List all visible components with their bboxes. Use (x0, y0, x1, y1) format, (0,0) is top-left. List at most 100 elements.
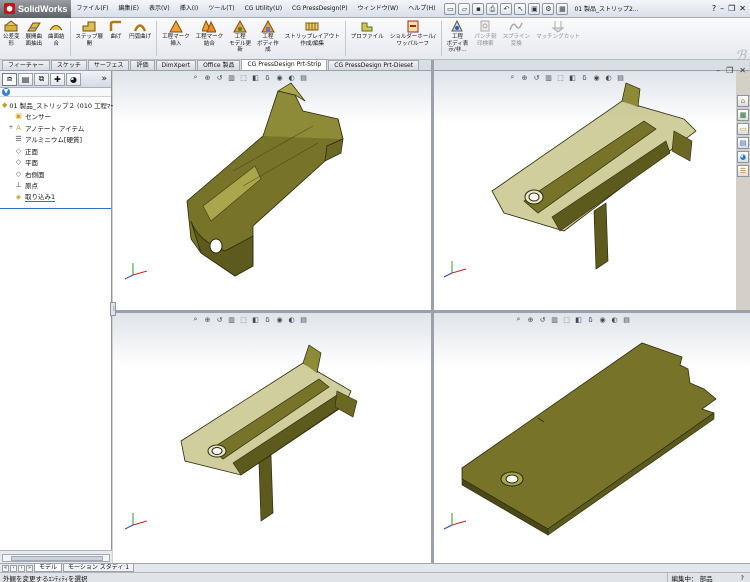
tab-evaluate[interactable]: 評価 (130, 60, 155, 70)
menu-view[interactable]: 表示(V) (144, 0, 175, 18)
unfold-surface-icon (26, 22, 41, 32)
cmd-spline-convert[interactable]: スプライン 変換 (500, 18, 534, 59)
cmd-punch-stamp-search[interactable]: パンチ刻 印検索 (471, 18, 499, 59)
help-icon[interactable]: ? (712, 4, 716, 13)
tree-item-annotations[interactable]: + A アノテート アイテム (2, 122, 111, 134)
custom-properties-icon[interactable]: ☰ (737, 165, 749, 177)
restore-app-icon[interactable]: ❐ (728, 4, 735, 13)
tab-dimxpert[interactable]: DimXpert (155, 60, 197, 70)
property-manager-tab-icon[interactable]: ▤ (18, 72, 33, 86)
tab-cg-pressdesign-dieset[interactable]: CG PressDesign Prt-Dieset (328, 60, 420, 70)
options-icon[interactable]: ⚙ (542, 2, 555, 15)
appearances-icon[interactable]: ◕ (737, 151, 749, 163)
cmd-process-model-update[interactable]: 工程 モデル更 新 (226, 18, 254, 59)
dimxpert-tab-icon[interactable]: ✚ (50, 72, 65, 86)
tree-item-sensors[interactable]: ▣ センサー (2, 111, 111, 123)
configuration-tab-icon[interactable]: ⧉ (34, 72, 49, 86)
feature-tree-tab-icon[interactable]: ⧈ (2, 72, 17, 86)
view-palette-icon[interactable]: ▤ (737, 137, 749, 149)
matching-cut-icon (551, 21, 565, 33)
viewport-bottom-left[interactable]: ⌕ ⊕ ↺ ▥ ⬚ ◧ δ ◉ ◐ ▤ (113, 313, 431, 563)
menu-window[interactable]: ウィンドウ(W) (353, 0, 404, 18)
horizontal-scrollbar[interactable] (2, 554, 110, 562)
process-model-update-icon (233, 20, 247, 33)
menu-edit[interactable]: 編集(E) (113, 0, 143, 18)
cmd-surface-knit[interactable]: 曲面結 合 (45, 18, 68, 59)
cmd-matching-cut[interactable]: マッチングカット (533, 18, 583, 59)
tree-filter[interactable]: ▼ (0, 88, 111, 97)
cmd-process-mark-merge[interactable]: 工程マーク 結合 (193, 18, 227, 59)
tree-item-origin[interactable]: ⊥ 原点 (2, 180, 111, 192)
cmd-shoulder-hole[interactable]: ショルダーホール/ ワッパルーフ (387, 18, 439, 59)
feature-tree-scroll-area (0, 550, 112, 564)
tab-model[interactable]: モデル (34, 564, 63, 572)
last-tab-arrow-icon[interactable]: » (26, 564, 33, 572)
file-explorer-icon[interactable]: ▭ (737, 123, 749, 135)
filter-icon: ▼ (2, 88, 10, 96)
task-pane-strip: ⌂ ▦ ▭ ▤ ◕ ☰ (737, 95, 750, 177)
next-tab-arrow-icon[interactable]: › (18, 564, 25, 572)
expand-panel-icon[interactable]: » (101, 74, 107, 84)
menu-file[interactable]: ファイル(F) (71, 0, 113, 18)
tab-cg-pressdesign-strip[interactable]: CG PressDesign Prt-Strip (241, 59, 328, 70)
tree-divider-line (0, 208, 111, 209)
tab-surfaces[interactable]: サーフェス (87, 60, 130, 70)
viewport-top-right[interactable]: ⌕ ⊕ ↺ ▥ ⬚ ◧ δ ◉ ◐ ▤ (434, 71, 736, 310)
status-help-icon[interactable]: ? (741, 574, 744, 582)
document-title: 01 製品_ストリップ2... (574, 6, 639, 13)
minimize-app-icon[interactable]: – (720, 4, 724, 13)
cmd-strip-layout[interactable]: ストリップレイアウト 作成/編集 (282, 18, 343, 59)
viewport-bottom-right[interactable]: ⌕ ⊕ ↺ ▥ ⬚ ◧ δ ◉ ◐ ▤ (434, 313, 750, 563)
display-manager-tab-icon[interactable]: ◕ (66, 72, 81, 86)
edit-mode-status: 編集中： 部品 (666, 572, 737, 582)
menu-cg-utility[interactable]: CG Utility(U) (240, 0, 287, 18)
save-icon[interactable]: ▪ (472, 2, 485, 15)
close-window-icon[interactable]: ✕ (739, 66, 746, 75)
cmd-process-body-create[interactable]: 工程 ボディ作 成 (254, 18, 282, 59)
viewport-splitter-horizontal[interactable] (112, 310, 750, 313)
solidworks-logo[interactable]: ⬢ SolidWorks (0, 0, 72, 18)
flat-blank-view (461, 342, 717, 536)
tree-item-import[interactable]: ◈ 取り込み1 (2, 191, 111, 203)
tree-item-material[interactable]: ☰ アルミニウム[硬質] (2, 134, 111, 146)
cmd-arc-bend[interactable]: 円弧曲げ (126, 18, 154, 59)
select-arrow-icon[interactable]: ↖ (514, 2, 527, 15)
window-icon[interactable]: ▦ (556, 2, 569, 15)
solidworks-resources-icon[interactable]: ⌂ (737, 95, 749, 107)
tree-item-front-plane[interactable]: ◇ 正面 (2, 145, 111, 157)
design-library-icon[interactable]: ▦ (737, 109, 749, 121)
menu-cg-pressdesign[interactable]: CG PressDesign(P) (287, 0, 353, 18)
viewport-top-left[interactable]: ⌕ ⊕ ↺ ▥ ⬚ ◧ δ ◉ ◐ ▤ (113, 71, 431, 310)
first-tab-arrow-icon[interactable]: « (2, 564, 9, 572)
minimize-window-icon[interactable]: – (716, 66, 720, 75)
menu-help[interactable]: ヘルプ(H) (403, 0, 440, 18)
menu-tools[interactable]: ツール(T) (203, 0, 239, 18)
tree-item-top-plane[interactable]: ◇ 平面 (2, 157, 111, 169)
print-icon[interactable]: ⎙ (486, 2, 499, 15)
cmd-process-body-toggle[interactable]: 工程 ボディ表 示/非... (444, 18, 472, 59)
cmd-bend[interactable]: 曲げ (106, 18, 126, 59)
rebuild-icon[interactable]: ▣ (528, 2, 541, 15)
part-model-view-2 (491, 82, 697, 270)
bottom-tab-bar: « ‹ › » モデル モーション スタディ 1 (0, 563, 750, 572)
prev-tab-arrow-icon[interactable]: ‹ (10, 564, 17, 572)
scrollbar-thumb[interactable] (11, 556, 103, 561)
tree-item-right-plane[interactable]: ◇ 右側面 (2, 168, 111, 180)
undo-icon[interactable]: ↶ (500, 2, 513, 15)
cmd-tolerance-deform[interactable]: 公差変 形 (0, 18, 23, 59)
close-app-icon[interactable]: ✕ (739, 4, 746, 13)
cmd-step-unfold[interactable]: ステップ展 開 (73, 18, 107, 59)
tab-sketch[interactable]: スケッチ (50, 60, 87, 70)
new-document-icon[interactable]: ▭ (444, 2, 457, 15)
panel-collapse-handle[interactable]: ⋮ (110, 302, 117, 316)
tab-motion-study[interactable]: モーション スタディ 1 (63, 564, 135, 572)
cmd-unfold-surface-extract[interactable]: 展開曲 面抽出 (23, 18, 46, 59)
open-folder-icon[interactable]: ▱ (458, 2, 471, 15)
tab-features[interactable]: フィーチャー (2, 60, 50, 70)
tree-root-part[interactable]: ◆ 01 製品_ストリップ２ (010 工程ﾏｰ (2, 99, 114, 111)
tab-office-products[interactable]: Office 製品 (197, 60, 241, 70)
menu-insert[interactable]: 挿入(I) (175, 0, 203, 18)
cmd-profile[interactable]: プロファイル (348, 18, 387, 59)
cmd-process-mark-insert[interactable]: 工程マーク 挿入 (159, 18, 193, 59)
restore-window-icon[interactable]: ❐ (726, 66, 733, 75)
